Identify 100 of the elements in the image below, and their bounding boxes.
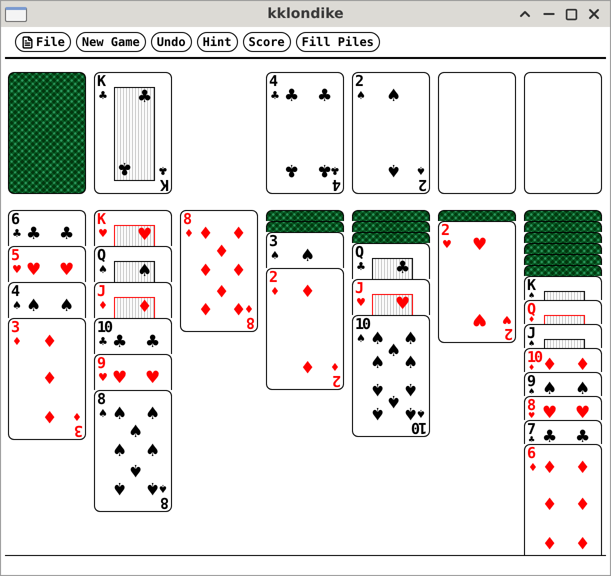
card-rank: K xyxy=(162,177,169,192)
toolbar-button[interactable]: Score xyxy=(242,32,291,52)
playing-card[interactable]: Q ♣ ♣ xyxy=(352,243,430,279)
suit-symbol: ♦ xyxy=(330,361,340,372)
card-back[interactable] xyxy=(438,210,516,221)
suit-symbol: ♠ xyxy=(356,333,366,344)
card-rank: Q xyxy=(527,302,534,317)
card-back[interactable] xyxy=(266,210,344,221)
card-rank: 8 xyxy=(97,392,104,407)
court-card-picture xyxy=(372,258,413,279)
toolbar-button[interactable]: File xyxy=(15,32,71,52)
card-rank: 3 xyxy=(269,234,276,249)
card-back[interactable] xyxy=(266,221,344,232)
toolbar-button[interactable]: Fill Piles xyxy=(296,32,380,52)
document-icon xyxy=(21,36,34,48)
suit-pip: ♥ xyxy=(472,237,488,254)
empty-card-slot[interactable] xyxy=(438,72,516,194)
playing-card[interactable]: J ♦ ♦ xyxy=(94,282,172,318)
card-back[interactable] xyxy=(352,232,430,243)
maximize-icon[interactable] xyxy=(565,8,578,20)
suit-symbol: ♠ xyxy=(270,250,280,261)
court-card-picture xyxy=(544,339,585,348)
suit-pip: ♦ xyxy=(198,263,214,280)
court-card-picture xyxy=(544,291,585,300)
card-rank: 4 xyxy=(334,177,341,192)
suit-pip: ♦ xyxy=(542,357,558,372)
card-back[interactable] xyxy=(8,72,86,194)
card-back[interactable] xyxy=(524,243,602,254)
suit-pip: ♠ xyxy=(386,392,402,409)
card-rank: 6 xyxy=(527,446,534,461)
playing-card[interactable]: J ♠ xyxy=(524,324,602,348)
suit-pip: ♥ xyxy=(395,296,410,313)
suit-pip: ♦ xyxy=(42,407,58,424)
window-menu-icon[interactable] xyxy=(5,6,27,22)
suit-pip: ♥ xyxy=(26,262,42,279)
suit-pip: ♦ xyxy=(575,497,590,514)
suit-pip: ♦ xyxy=(231,263,246,280)
suit-pip: ♣ xyxy=(145,334,160,351)
card-rank: 2 xyxy=(441,223,448,238)
suit-pip: ♠ xyxy=(403,404,418,421)
suit-pip: ♠ xyxy=(403,331,418,348)
card-back[interactable] xyxy=(524,221,602,232)
suit-pip: ♣ xyxy=(542,429,558,444)
card-rank: J xyxy=(355,281,362,296)
playing-card[interactable]: Q ♦ xyxy=(524,300,602,324)
window-title: kklondike xyxy=(267,4,344,24)
suit-symbol: ♥ xyxy=(528,412,536,420)
suit-symbol: ♦ xyxy=(12,336,22,347)
court-card-picture xyxy=(114,225,155,246)
suit-pip: ♦ xyxy=(231,299,246,316)
toolbar-button[interactable]: Undo xyxy=(150,32,192,52)
suit-pip: ♥ xyxy=(542,405,558,420)
suit-symbol: ♠ xyxy=(12,300,22,311)
suit-symbol: ♦ xyxy=(528,364,536,372)
card-back[interactable] xyxy=(352,221,430,232)
card-rank: 5 xyxy=(11,248,18,263)
suit-pip: ♦ xyxy=(575,357,590,372)
suit-pip: ♠ xyxy=(300,248,316,265)
suit-pip: ♥ xyxy=(472,310,488,327)
suit-symbol: ♦ xyxy=(184,228,194,239)
suit-symbol: ♦ xyxy=(98,300,108,311)
playing-card[interactable]: K ♥ ♥ xyxy=(94,210,172,246)
suit-pip: ♣ xyxy=(395,260,410,277)
suit-pip: ♦ xyxy=(300,284,316,301)
suit-symbol: ♣ xyxy=(12,228,22,239)
card-rank: 2 xyxy=(334,373,341,388)
empty-card-slot[interactable] xyxy=(524,72,602,194)
card-rank: J xyxy=(527,326,534,341)
close-icon[interactable] xyxy=(586,6,602,22)
suit-symbol: ♥ xyxy=(98,228,108,239)
suit-pip: ♠ xyxy=(112,406,128,423)
suit-pip: ♦ xyxy=(214,244,230,261)
court-card-picture xyxy=(114,261,155,282)
suit-pip: ♠ xyxy=(128,424,144,441)
playing-card[interactable]: 3 ♠ ♠ xyxy=(266,232,344,268)
playing-card[interactable]: Q ♠ ♠ xyxy=(94,246,172,282)
playing-card[interactable]: K ♣ ♣ ♣ K ♣ xyxy=(94,72,172,194)
suit-pip: ♠ xyxy=(403,380,418,397)
card-rank: K xyxy=(527,278,534,293)
toolbar-button[interactable]: New Game xyxy=(76,32,146,52)
suit-symbol: ♦ xyxy=(270,286,280,297)
card-back[interactable] xyxy=(524,254,602,265)
suit-pip: ♥ xyxy=(59,262,74,279)
suit-pip: ♣ xyxy=(26,226,42,243)
playing-card[interactable]: K ♠ xyxy=(524,276,602,300)
card-back[interactable] xyxy=(352,210,430,221)
suit-pip: ♣ xyxy=(317,161,332,178)
card-back[interactable] xyxy=(524,210,602,221)
suit-symbol: ♠ xyxy=(416,165,426,176)
suit-pip: ♠ xyxy=(145,479,160,496)
card-rank: 2 xyxy=(420,177,427,192)
playing-card[interactable]: J ♥ ♥ xyxy=(352,279,430,315)
suit-pip: ♣ xyxy=(112,334,128,351)
suit-symbol: ♠ xyxy=(158,483,168,494)
suit-pip: ♦ xyxy=(198,299,214,316)
card-back[interactable] xyxy=(524,232,602,243)
card-back[interactable] xyxy=(524,265,602,276)
toolbar-button[interactable]: Hint xyxy=(196,32,238,52)
suit-pip: ♠ xyxy=(112,479,128,496)
suit-pip: ♣ xyxy=(137,89,152,106)
